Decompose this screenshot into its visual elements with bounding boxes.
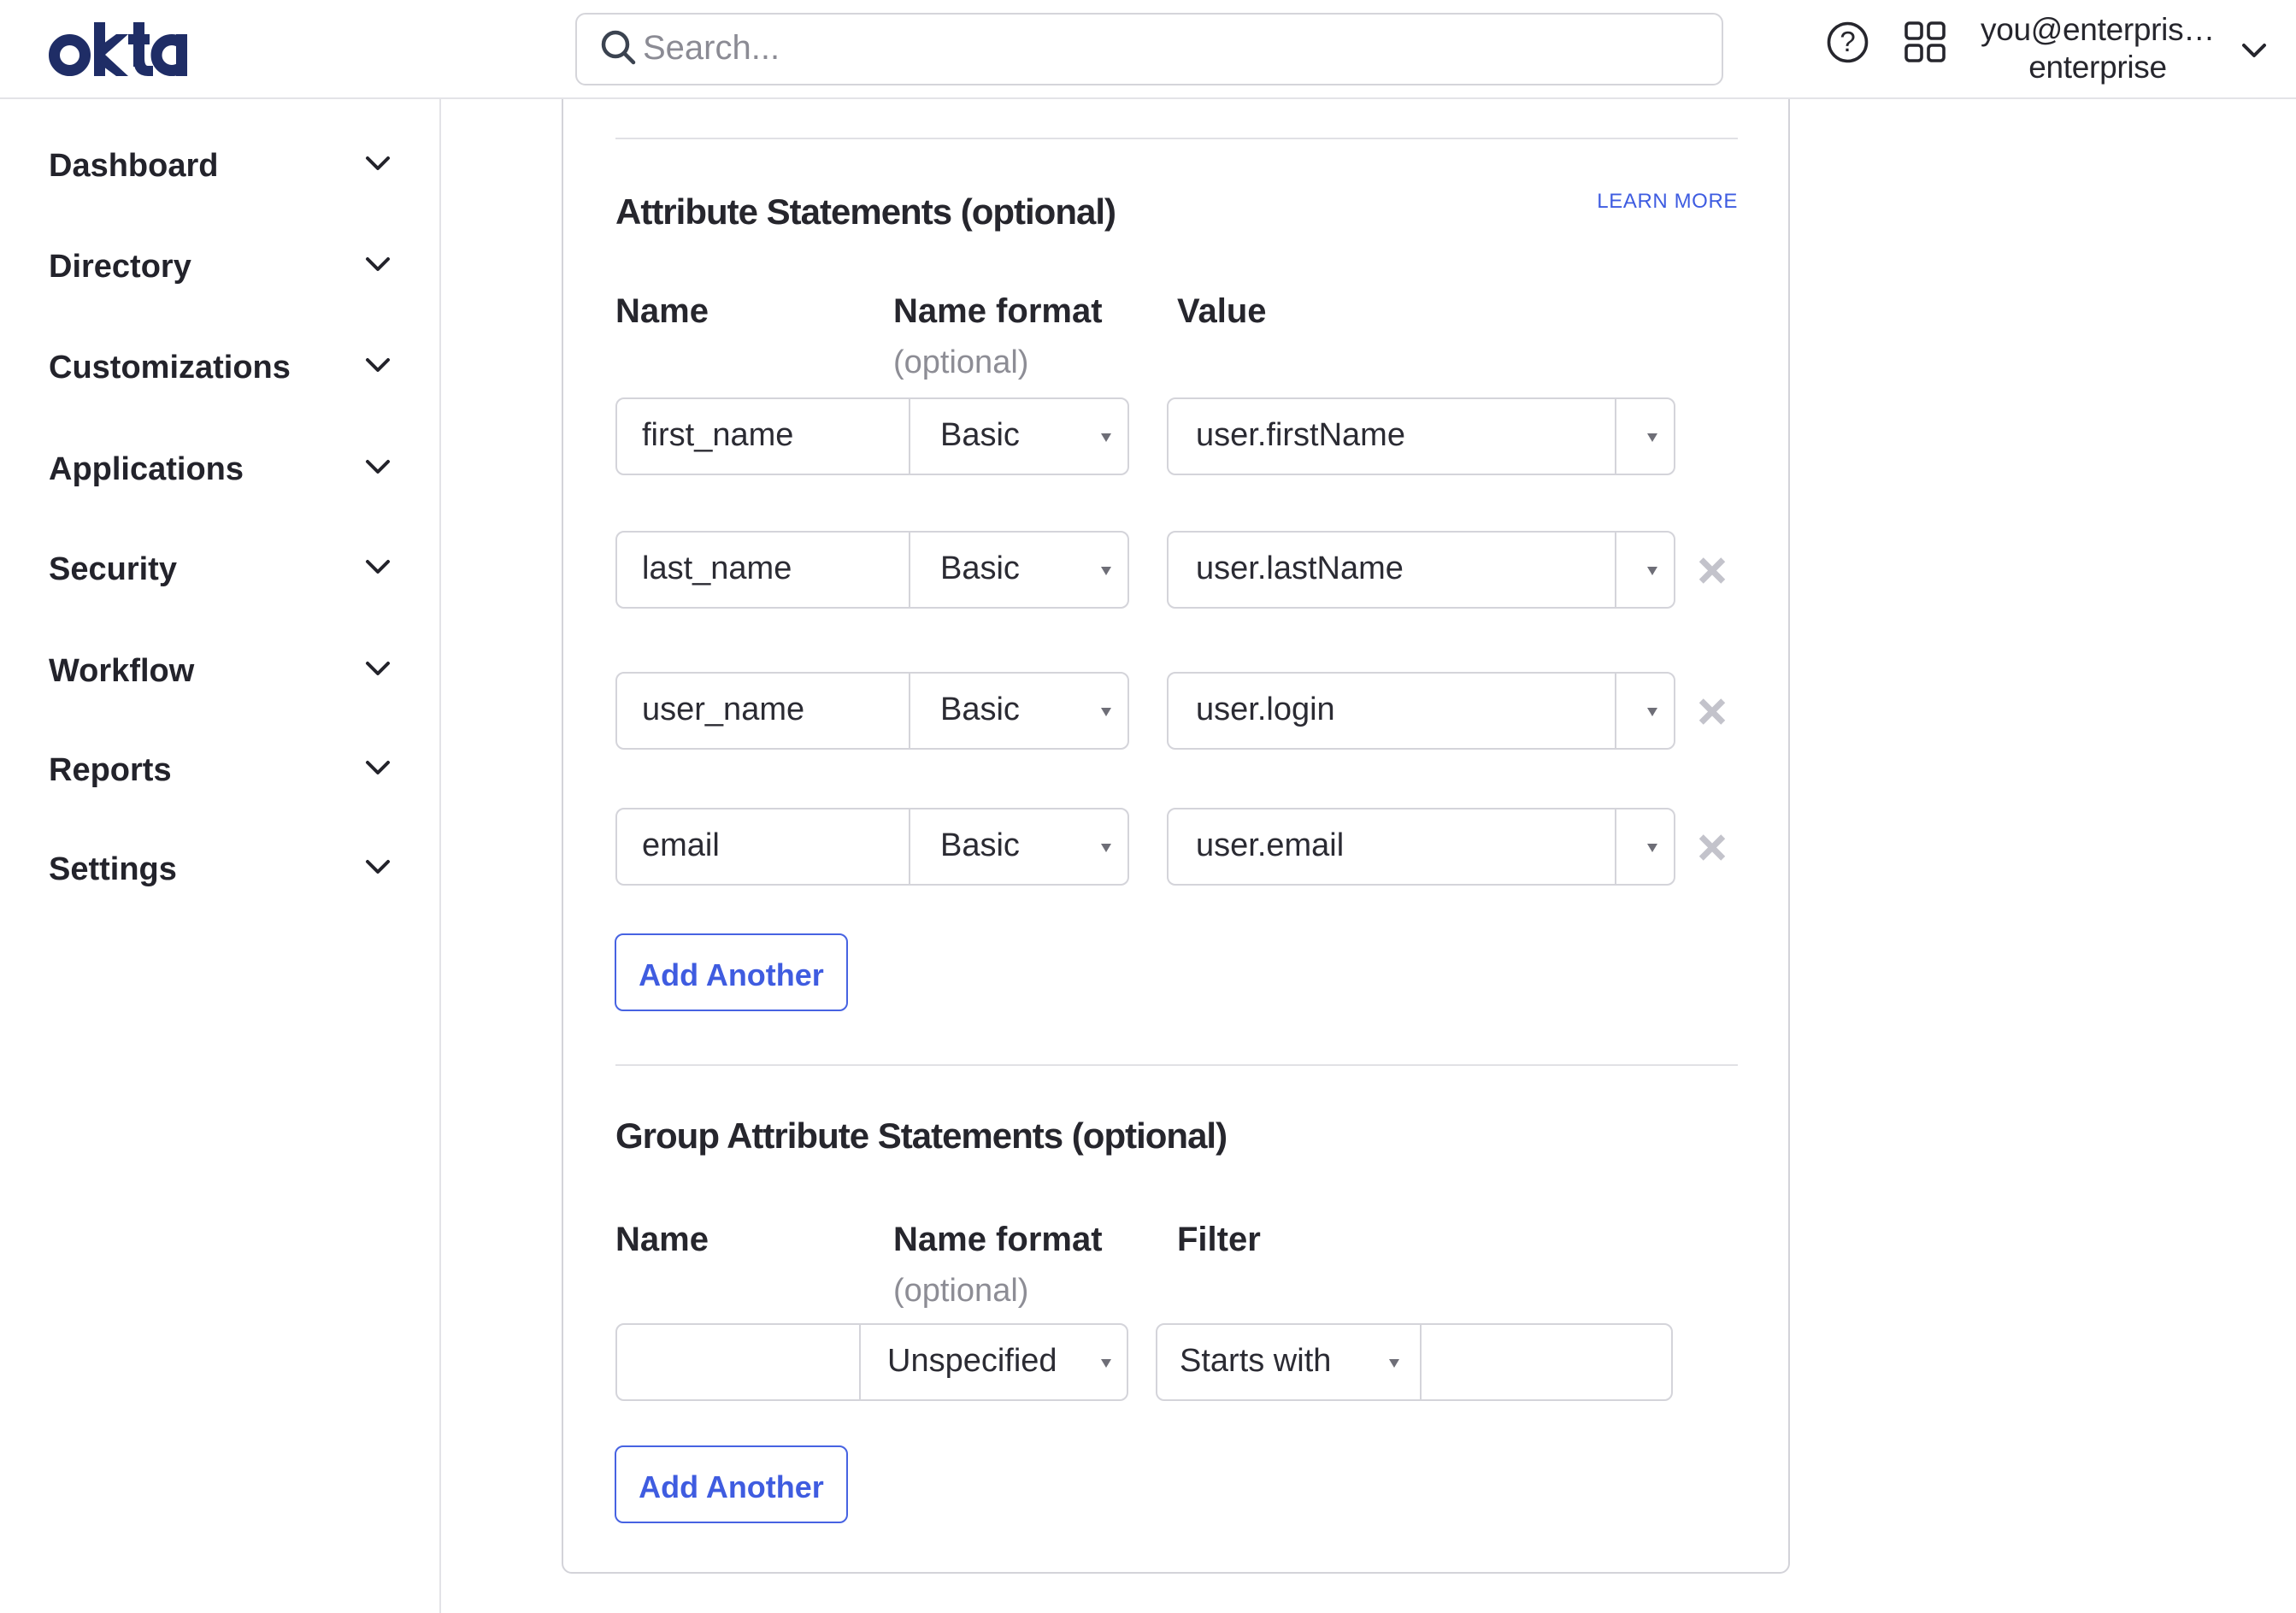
svg-text:?: ? [1840, 26, 1855, 57]
